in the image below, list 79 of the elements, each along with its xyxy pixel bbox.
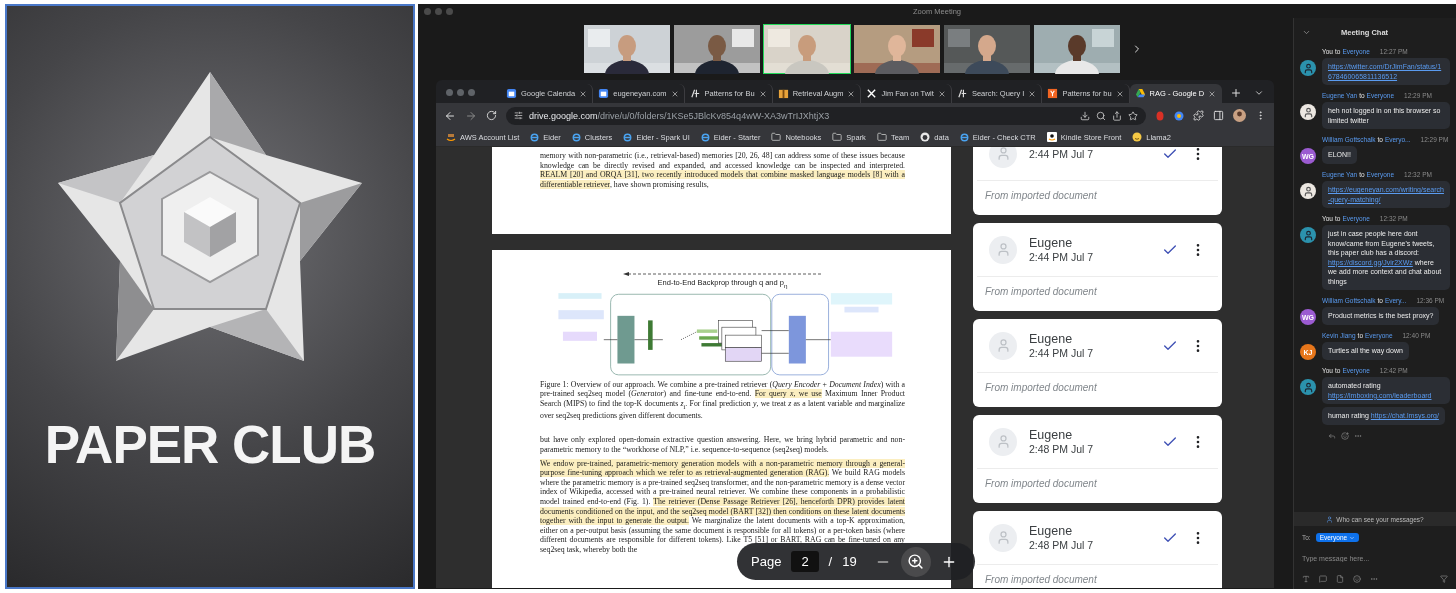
- side-panel-icon[interactable]: [1213, 110, 1224, 121]
- close-icon[interactable]: [758, 89, 767, 98]
- back-icon[interactable]: [444, 109, 456, 122]
- script-icon: [956, 88, 968, 99]
- x-logo-icon: [866, 88, 878, 99]
- address-bar[interactable]: drive.google.com/drive/u/0/folders/1KSe5JBlcKv854q4wW-XA3wTrIJXhtjX3: [506, 106, 1146, 125]
- close-icon[interactable]: [847, 89, 856, 98]
- smile-logo-icon: [1046, 132, 1057, 142]
- comment-time: 2:44 PM Jul 7: [1029, 147, 1095, 160]
- circle-logo-icon: [959, 132, 969, 142]
- zoom-icon[interactable]: [907, 553, 925, 570]
- page-number-field[interactable]: 2: [791, 551, 819, 572]
- page-separator: /: [828, 554, 833, 569]
- close-icon[interactable]: [1208, 89, 1217, 98]
- avatar-icon: [989, 147, 1017, 168]
- close-icon[interactable]: [1028, 89, 1037, 98]
- calendar-icon: [506, 88, 517, 99]
- comment-time: 2:48 PM Jul 7: [1029, 539, 1095, 551]
- person-icon: [1326, 515, 1334, 523]
- circle-logo-icon: [623, 132, 633, 142]
- comment-author: Eugene: [1029, 332, 1074, 346]
- emoji-icon: [1132, 132, 1143, 142]
- reply-icon[interactable]: [1328, 431, 1336, 440]
- close-icon[interactable]: [1115, 89, 1124, 98]
- folder-icon: [876, 132, 887, 142]
- chevron-down-icon[interactable]: [1254, 88, 1264, 98]
- star-icon[interactable]: [1128, 110, 1138, 121]
- close-icon[interactable]: [579, 89, 588, 98]
- box-icon: [777, 88, 789, 99]
- caret-icon: [1349, 534, 1356, 541]
- avatar-icon: [1300, 60, 1316, 76]
- comment-author: Eugene: [1029, 236, 1074, 250]
- reload-icon[interactable]: [486, 110, 497, 121]
- avatar-icon: [1300, 227, 1316, 243]
- comment-time: 2:44 PM Jul 7: [1029, 347, 1095, 359]
- add-reaction-icon[interactable]: [1341, 431, 1349, 440]
- folder-icon: [832, 132, 843, 142]
- format-icon[interactable]: [1302, 575, 1310, 583]
- circle-logo-icon: [530, 132, 540, 142]
- circle-logo-icon: [571, 132, 581, 142]
- new-tab-icon[interactable]: [1230, 87, 1243, 99]
- poster-title: PAPER CLUB: [44, 414, 376, 475]
- folder-icon: [771, 132, 782, 142]
- comment-note: From imported document: [984, 477, 1098, 491]
- comment-note: From imported document: [984, 573, 1098, 587]
- triangle-logo-icon: [1134, 88, 1146, 99]
- file-icon[interactable]: [1336, 575, 1344, 583]
- close-icon[interactable]: [937, 89, 946, 98]
- comment-author: Eugene: [1029, 524, 1074, 538]
- dashed-arrow-icon: [622, 272, 823, 276]
- circle-icon[interactable]: [1174, 110, 1184, 121]
- address-text: drive.google.com/drive/u/0/folders/1KSe5JBlcKv854q4wW-XA3wTrIJXhtjX3: [529, 110, 831, 121]
- page-total: 19: [842, 554, 857, 569]
- share-icon[interactable]: [1112, 110, 1122, 121]
- comment-time: 2:48 PM Jul 7: [1029, 443, 1095, 455]
- avatar-icon: [1300, 183, 1316, 199]
- avatar-icon: [989, 331, 1017, 360]
- comment-note: From imported document: [984, 381, 1098, 395]
- avatar-icon: [1300, 379, 1316, 395]
- square-logo-icon: [1047, 88, 1059, 99]
- download-icon[interactable]: [1080, 110, 1090, 121]
- page-label: Page: [751, 554, 782, 569]
- site-settings-icon[interactable]: [514, 111, 523, 120]
- extensions-icon[interactable]: [1193, 110, 1204, 121]
- avatar-icon: [989, 427, 1017, 456]
- circle-logo-icon: [700, 132, 710, 142]
- search-icon[interactable]: [1096, 110, 1106, 121]
- comment-note: From imported document: [984, 189, 1098, 203]
- script-icon: [689, 88, 701, 99]
- emoji-icon[interactable]: [1353, 575, 1361, 583]
- calendar-icon: [598, 88, 610, 99]
- avatar-icon: [989, 523, 1017, 552]
- avatar-icon: [1300, 104, 1316, 120]
- comment-time: 2:44 PM Jul 7: [1029, 251, 1095, 263]
- close-icon[interactable]: [670, 89, 679, 98]
- avatar-icon: [989, 235, 1017, 264]
- comment-author: Eugene: [1029, 428, 1074, 442]
- profile-avatar-icon[interactable]: [1233, 109, 1246, 122]
- comment-note: From imported document: [984, 285, 1098, 299]
